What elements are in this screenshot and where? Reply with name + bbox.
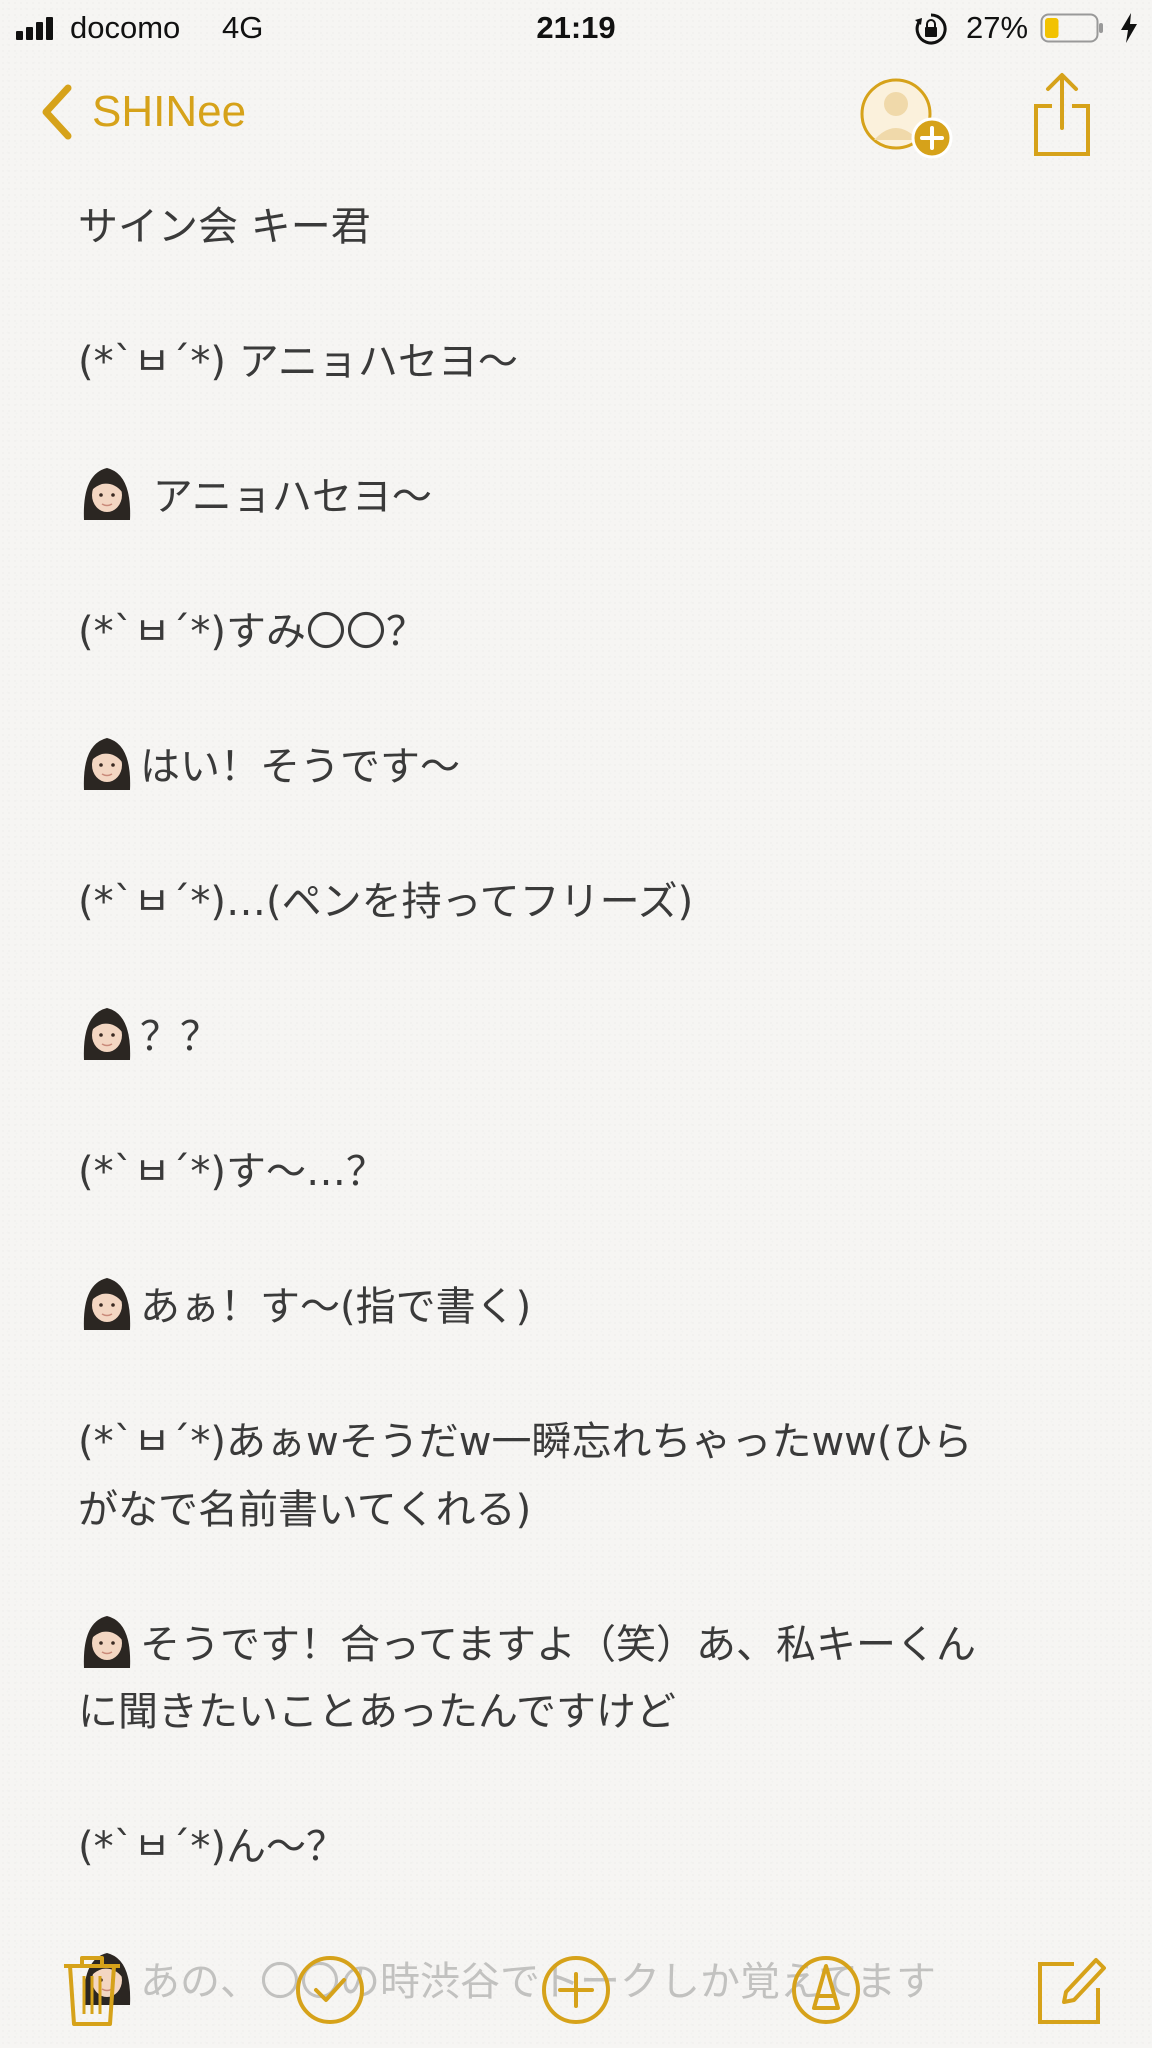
battery-percent: 27%	[966, 10, 1029, 45]
note-line-text: (*`ㅂ´*)すみ〇〇？	[78, 609, 427, 655]
note-line: アニョハセヨ〜	[78, 464, 1078, 532]
rotation-lock-icon	[915, 13, 947, 45]
note-line: (*`ㅂ´*)す〜…？	[78, 1139, 1078, 1207]
note-line-text: (*`ㅂ´*)す〜…？	[78, 1149, 387, 1195]
note-line: サイン会 キー君	[78, 194, 1078, 262]
note-line-text: そうです！合ってますよ（笑）あ、私キーくん	[140, 1621, 976, 1668]
note-line: (*`ㅂ´*) アニョハセヨ〜	[78, 329, 1078, 397]
back-button[interactable]: SHINee	[38, 82, 246, 142]
note-line-text: はい！そうです〜	[140, 744, 460, 790]
battery-icon	[1040, 13, 1103, 43]
note-line-text: サイン会 キー君	[78, 204, 371, 250]
add-icon[interactable]	[538, 1952, 614, 2028]
note-line: そうです！合ってますよ（笑）あ、私キーくん	[78, 1612, 1078, 1680]
note-line: ？？	[78, 1004, 1078, 1072]
navigation-bar: SHINee	[0, 62, 1152, 172]
add-person-icon[interactable]	[858, 76, 958, 166]
note-line: (*`ㅂ´*)あぁwそうだw一瞬忘れちゃったww(ひら	[78, 1409, 1078, 1477]
note-line-text: ？？	[140, 1014, 220, 1060]
note-line	[78, 1072, 1078, 1140]
compose-icon[interactable]	[1034, 1952, 1110, 2028]
woman-emoji-icon	[83, 468, 131, 520]
note-line	[78, 667, 1078, 735]
woman-emoji-icon	[83, 1615, 131, 1668]
status-bar: docomo 4G 21:19 27%	[0, 0, 1152, 58]
note-line	[78, 1747, 1078, 1815]
note-line: (*`ㅂ´*)ん〜？	[78, 1814, 1078, 1882]
note-line-text: (*`ㅂ´*) アニョハセヨ〜	[78, 339, 518, 385]
note-line	[78, 397, 1078, 465]
woman-emoji-icon	[83, 1278, 131, 1330]
note-line-text: (*`ㅂ´*)あぁwそうだw一瞬忘れちゃったww(ひら	[78, 1419, 973, 1465]
trash-icon[interactable]	[54, 1952, 130, 2028]
back-label: SHINee	[92, 87, 247, 136]
note-line: (*`ㅂ´*)…(ペンを持ってフリーズ)	[78, 869, 1078, 937]
note-line	[78, 1207, 1078, 1275]
note-line: (*`ㅂ´*)すみ〇〇？	[78, 599, 1078, 667]
bottom-toolbar	[0, 1930, 1152, 2048]
charging-bolt-icon	[1121, 13, 1137, 43]
markup-icon[interactable]	[788, 1952, 864, 2028]
note-line-text: に聞きたいことあったんですけど	[78, 1689, 676, 1735]
note-line	[78, 532, 1078, 600]
chevron-left-icon	[42, 84, 72, 140]
note-line: あぁ！す〜(指で書く)	[78, 1274, 1078, 1342]
checklist-icon[interactable]	[292, 1952, 368, 2028]
note-line: がなで名前書いてくれる)	[78, 1477, 1078, 1545]
note-line	[78, 1342, 1078, 1410]
note-line: に聞きたいことあったんですけど	[78, 1679, 1078, 1747]
share-icon[interactable]	[1030, 72, 1094, 158]
note-line-text: がなで名前書いてくれる)	[78, 1486, 532, 1533]
note-line-text: (*`ㅂ´*)…(ペンを持ってフリーズ)	[78, 879, 694, 925]
note-line	[78, 262, 1078, 330]
note-line-text: あぁ！す〜(指で書く)	[140, 1284, 532, 1330]
note-body[interactable]: サイン会 キー君 (*`ㅂ´*) アニョハセヨ〜 アニョハセヨ〜 (*`ㅂ´*)すみ…	[78, 194, 1078, 2017]
note-line: はい！そうです〜	[78, 734, 1078, 802]
note-line-text: アニョハセヨ〜	[140, 474, 432, 520]
woman-emoji-icon	[83, 1008, 131, 1060]
note-line-text: (*`ㅂ´*)ん〜？	[78, 1824, 347, 1870]
note-line	[78, 802, 1078, 870]
note-line	[78, 937, 1078, 1005]
battery-fill	[1045, 18, 1059, 38]
note-line	[78, 1544, 1078, 1612]
woman-emoji-icon	[83, 738, 131, 790]
